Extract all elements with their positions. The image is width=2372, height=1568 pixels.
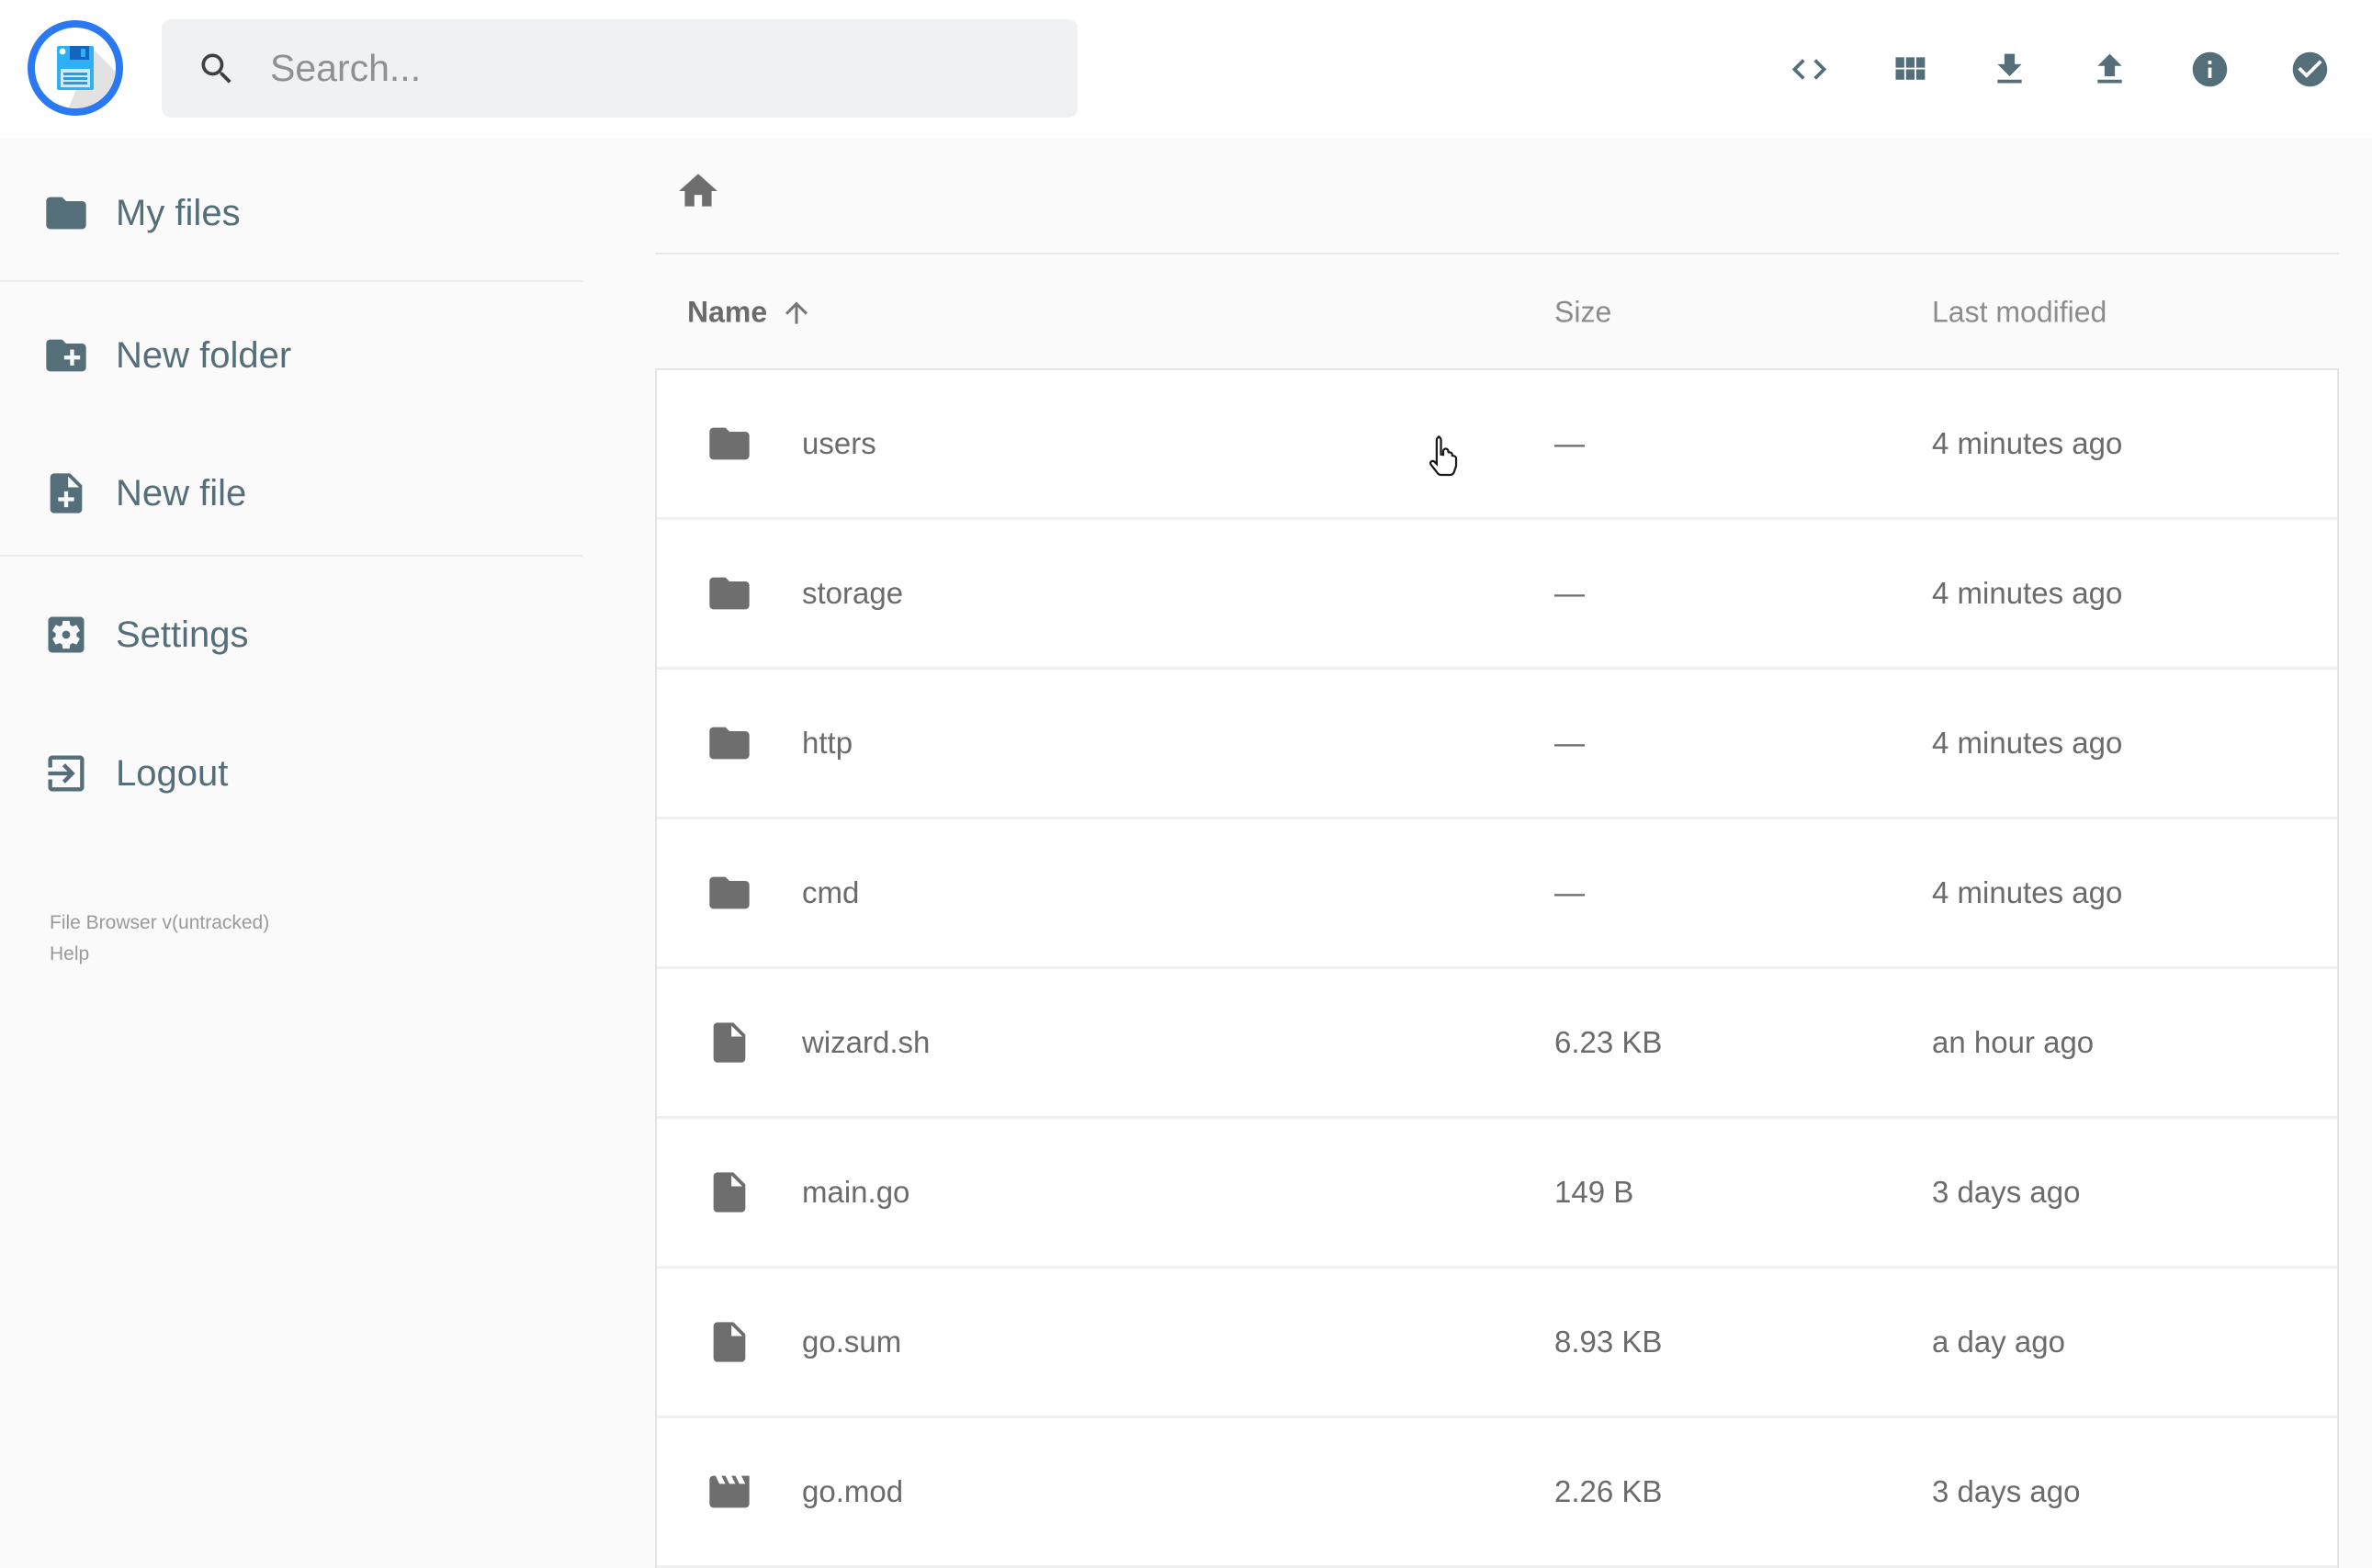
home-icon (679, 174, 717, 207)
sidebar-divider (0, 555, 582, 557)
column-header-size[interactable]: Size (1554, 296, 1611, 330)
file-name: go.sum (802, 1325, 902, 1359)
file-row-http[interactable]: http — 4 minutes ago (657, 670, 2337, 819)
file-listing: users — 4 minutes ago storage — 4 minute… (655, 368, 2339, 1568)
folder-icon (709, 427, 750, 460)
sidebar: My files New folder New file Settings Lo… (0, 138, 603, 970)
sidebar-item-label: Logout (116, 752, 229, 794)
file-size: — (1554, 726, 1585, 760)
file-name: http (802, 726, 853, 760)
file-row-go.sum[interactable]: go.sum 8.93 KB a day ago (657, 1269, 2337, 1418)
shell-button[interactable] (1789, 49, 1830, 90)
file-modified: an hour ago (1932, 1025, 2095, 1059)
file-modified: 3 days ago (1932, 1175, 2081, 1209)
file-size: 8.93 KB (1554, 1325, 1663, 1359)
file-row-storage[interactable]: storage — 4 minutes ago (657, 520, 2337, 670)
file-listing-area: Name Size Last modified users — 4 minute… (655, 138, 2339, 1568)
sidebar-item-new-folder[interactable]: New folder (0, 319, 603, 392)
sidebar-item-label: My files (116, 192, 241, 233)
download-icon (1997, 53, 2022, 83)
file-modified: a day ago (1932, 1325, 2065, 1359)
file-icon (713, 1022, 746, 1063)
file-modified: 4 minutes ago (1932, 875, 2123, 909)
app-version-text: File Browser v(untracked) (50, 912, 270, 933)
listing-header: Name Size Last modified (655, 254, 2339, 370)
file-modified: 4 minutes ago (1932, 576, 2123, 610)
logout-icon (48, 755, 85, 792)
help-link[interactable]: Help (50, 939, 89, 970)
sidebar-item-settings[interactable]: Settings (0, 598, 603, 671)
movie-icon (709, 1475, 750, 1508)
sidebar-item-label: Settings (116, 614, 249, 655)
info-button[interactable] (2189, 49, 2231, 90)
top-header (0, 0, 2372, 138)
code-icon (1791, 58, 1827, 80)
folder-icon (709, 727, 750, 760)
floppy-disk-logo-icon (28, 20, 123, 116)
file-size: 149 B (1554, 1175, 1634, 1209)
file-name: cmd (802, 875, 860, 909)
column-header-modified[interactable]: Last modified (1932, 296, 2107, 330)
folder-icon (709, 577, 750, 610)
file-size: — (1554, 576, 1585, 610)
arrow-up-icon (785, 301, 808, 323)
sidebar-item-new-file[interactable]: New file (0, 457, 603, 530)
file-icon (713, 1322, 746, 1362)
file-row-main.go[interactable]: main.go 149 B 3 days ago (657, 1119, 2337, 1269)
new-folder-icon (46, 339, 86, 372)
upload-icon (2097, 53, 2122, 83)
filebrowser-logo (28, 20, 123, 116)
grid-view-icon (1895, 56, 1926, 80)
file-name: go.mod (802, 1474, 904, 1508)
new-file-icon (50, 473, 83, 513)
header-actions (1789, 0, 2331, 138)
upload-button[interactable] (2089, 49, 2130, 90)
file-modified: 3 days ago (1932, 1474, 2081, 1508)
file-name: wizard.sh (802, 1025, 931, 1059)
search-icon (201, 53, 232, 84)
folder-icon (46, 197, 86, 230)
file-row-cmd[interactable]: cmd — 4 minutes ago (657, 819, 2337, 969)
file-modified: 4 minutes ago (1932, 726, 2123, 760)
file-name: main.go (802, 1175, 910, 1209)
file-size: — (1554, 426, 1585, 460)
file-row-users[interactable]: users — 4 minutes ago (657, 370, 2337, 520)
search-input[interactable] (268, 46, 1050, 91)
breadcrumb-home-button[interactable] (675, 168, 721, 214)
file-icon (713, 1172, 746, 1213)
file-row-go.mod[interactable]: go.mod 2.26 KB 3 days ago (657, 1418, 2337, 1568)
info-icon (2192, 51, 2228, 86)
file-size: 2.26 KB (1554, 1474, 1663, 1508)
file-name: storage (802, 576, 904, 610)
check-circle-icon (2292, 51, 2328, 86)
search-bar (162, 19, 1078, 118)
sidebar-item-label: New folder (116, 334, 292, 376)
file-size: — (1554, 875, 1585, 909)
sidebar-footer: File Browser v(untracked) Help (0, 908, 603, 970)
file-name: users (802, 426, 876, 460)
sidebar-item-label: New file (116, 472, 247, 513)
switch-view-button[interactable] (1889, 49, 1930, 90)
sidebar-item-my-files[interactable]: My files (0, 176, 603, 250)
column-header-name[interactable]: Name (687, 296, 813, 330)
download-button[interactable] (1989, 49, 2030, 90)
sidebar-item-logout[interactable]: Logout (0, 737, 603, 810)
file-size: 6.23 KB (1554, 1025, 1663, 1059)
select-multiple-button[interactable] (2289, 49, 2331, 90)
gear-icon (48, 616, 85, 653)
sidebar-divider (0, 280, 582, 282)
file-row-wizard.sh[interactable]: wizard.sh 6.23 KB an hour ago (657, 969, 2337, 1119)
folder-icon (709, 876, 750, 909)
file-modified: 4 minutes ago (1932, 426, 2123, 460)
